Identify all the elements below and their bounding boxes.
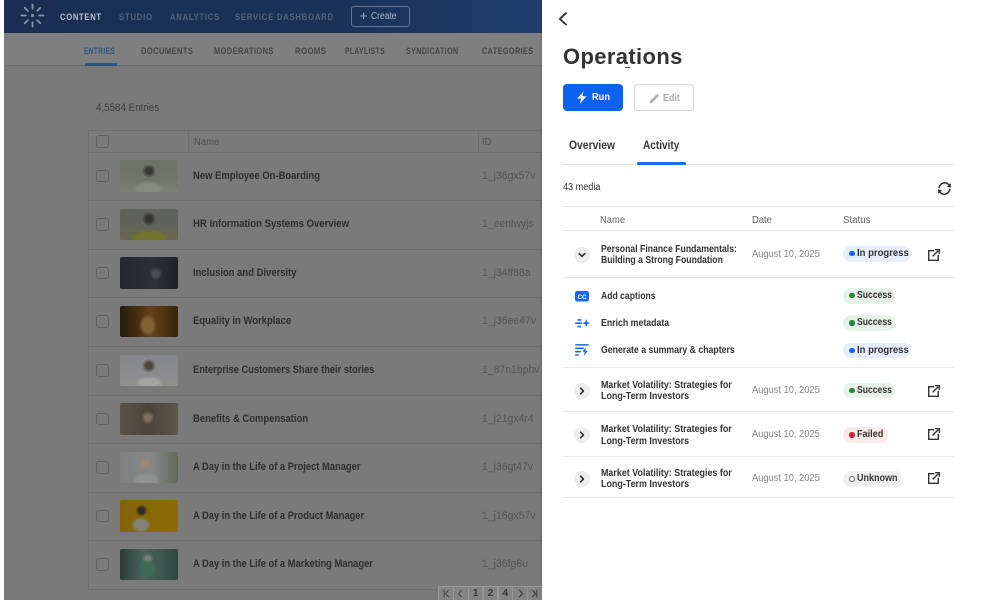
svg-text:CC: CC xyxy=(577,294,587,301)
